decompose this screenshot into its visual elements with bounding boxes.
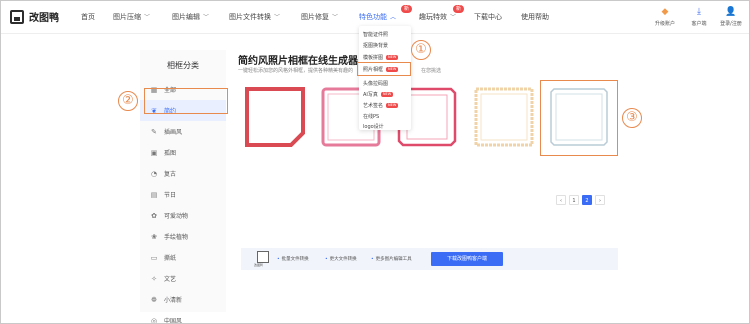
new-badge: NEW [386, 103, 399, 108]
client-download-button[interactable]: ⤓ 客户端 [682, 6, 716, 27]
leaf-icon: ❦ [151, 106, 157, 115]
fan-icon: ◎ [150, 316, 158, 324]
chevron-down-icon: ﹀ [332, 14, 339, 21]
special-features-dropdown: 智能证件照 抠图换背景 模板拼图 NEW 照片相框 NEW 头像拉码图 AI写真 NE… [359, 26, 411, 130]
sidebar-item-retro[interactable]: ◔ 复古 [140, 163, 226, 184]
menu-item-template-collage[interactable]: 模板拼图 NEW [363, 54, 399, 61]
nav-image-convert[interactable]: 图片文件转换 ﹀ [229, 12, 280, 22]
sidebar-item-artsy[interactable]: ✧ 文艺 [140, 268, 226, 289]
page-title: 简约风照片相框在线生成器 [238, 56, 358, 67]
menu-item-photo-frame[interactable]: 照片相框 NEW [363, 66, 399, 73]
nav-help[interactable]: 使用帮助 [521, 12, 549, 22]
grid-icon: ▦ [150, 85, 158, 94]
image-icon: ▣ [150, 148, 158, 157]
book-icon: ✧ [151, 274, 157, 283]
frame-thumbnail[interactable] [241, 83, 309, 151]
promo-feature: • 批量文件转换 [277, 257, 309, 262]
sidebar-item-torn-paper[interactable]: ▭ 撕纸 [140, 247, 226, 268]
nav-fun-effects[interactable]: 趣玩特效 ﹀ 新 [419, 5, 465, 22]
menu-item-cutout[interactable]: 抠图换背景 [363, 42, 388, 49]
promo-feature: • 更大文件转换 [325, 257, 357, 262]
logo[interactable]: 改图鸭 [10, 9, 59, 24]
sidebar-item-chinese-style[interactable]: ◎ 中国风 [140, 310, 226, 324]
annotation-number-2: ② [118, 91, 138, 111]
pagination: ‹ 1 2 › [556, 195, 605, 205]
new-badge: NEW [386, 67, 399, 72]
frame-thumbnail[interactable] [470, 83, 538, 151]
sidebar-item-cute-animals[interactable]: ✿ 可爱动物 [140, 205, 226, 226]
sidebar: 相框分类 ▦ 全部 ❦ 简约 ✎ 插画风 ▣ 孤图 ◔ 复古 ▤ 节日 ✿ 可爱动物 ❀ 手绘植… [140, 50, 226, 324]
calendar-icon: ▤ [150, 190, 158, 199]
red-frame-image [245, 87, 305, 147]
next-page-button[interactable]: › [595, 195, 605, 205]
nav-image-compress[interactable]: 图片压缩 ﹀ [113, 12, 150, 22]
menu-item-art-signature[interactable]: 艺术签名 NEW [363, 102, 399, 109]
new-badge: NEW [380, 92, 394, 97]
page-subtitle-tail: 在您挑选 [421, 68, 442, 74]
chevron-down-icon: ﹀ [274, 14, 281, 21]
light-blue-frame-image [550, 88, 608, 146]
paw-icon: ✿ [151, 211, 157, 220]
prev-page-button[interactable]: ‹ [556, 195, 566, 205]
chevron-down-icon: ﹀ [203, 14, 210, 21]
nav-home[interactable]: 首页 [81, 12, 95, 22]
page-1-button[interactable]: 1 [569, 195, 579, 205]
sidebar-title: 相框分类 [167, 61, 199, 70]
menu-item-id-photo[interactable]: 智能证件照 [363, 31, 388, 38]
chevron-down-icon: ﹀ [450, 14, 457, 21]
sidebar-item-simple[interactable]: ❦ 简约 [140, 100, 226, 121]
chevron-up-icon: ︿ [390, 14, 397, 21]
user-icon: 👤 [725, 7, 737, 17]
cream-frame-image [474, 87, 534, 147]
upgrade-account-button[interactable]: ◆ 升级账户 [648, 6, 682, 27]
login-register-button[interactable]: 👤 登录/注册 [714, 6, 748, 27]
plant-icon: ❀ [151, 232, 157, 241]
annotation-number-3: ③ [622, 108, 642, 128]
logo-text: 改图鸭 [29, 13, 59, 24]
app-icon-label: 改图鸭 [254, 263, 264, 267]
new-badge: 新 [453, 5, 465, 13]
clock-icon: ◔ [150, 169, 158, 178]
annotation-number-1: ① [411, 40, 431, 60]
new-badge: 新 [401, 5, 413, 13]
flower-icon: ❁ [151, 295, 157, 304]
logo-icon [10, 9, 24, 24]
nav-image-repair[interactable]: 图片修复 ﹀ [301, 12, 338, 22]
download-client-button[interactable]: 下载改图鸭客户端 [431, 252, 503, 266]
client-promo-bar: 改图鸭 • 批量文件转换 • 更大文件转换 • 更多图片编辑工具 下载改图鸭客户端 [241, 248, 618, 270]
nav-special-features[interactable]: 特色功能 ︿ 新 [359, 5, 413, 22]
promo-feature: • 更多图片编辑工具 [371, 257, 412, 262]
frame-thumbnail[interactable] [545, 83, 613, 151]
sidebar-item-all[interactable]: ▦ 全部 [140, 79, 226, 100]
nav-download-center[interactable]: 下载中心 [474, 12, 502, 22]
sidebar-item-illustration[interactable]: ✎ 插画风 [140, 121, 226, 142]
sidebar-item-festival[interactable]: ▤ 节日 [140, 184, 226, 205]
chevron-down-icon: ﹀ [144, 14, 151, 21]
app-icon [257, 251, 269, 263]
menu-item-online-ps[interactable]: 在线PS [363, 113, 379, 120]
paper-icon: ▭ [150, 253, 158, 262]
diamond-icon: ◆ [661, 7, 669, 17]
menu-item-logo-design[interactable]: logo设计 [363, 123, 384, 130]
download-icon: ⤓ [697, 7, 701, 17]
sidebar-item-picture[interactable]: ▣ 孤图 [140, 142, 226, 163]
brush-icon: ✎ [151, 127, 157, 136]
new-badge: NEW [386, 55, 399, 60]
sidebar-item-hand-drawn-plants[interactable]: ❀ 手绘植物 [140, 226, 226, 247]
menu-item-ai-portrait[interactable]: AI写真 NEW [363, 91, 394, 98]
page-2-button[interactable]: 2 [582, 195, 592, 205]
nav-image-edit[interactable]: 图片编辑 ﹀ [172, 12, 209, 22]
page-subtitle: 一键轻松添加您的风格外相框，提供各种精美有趣的 [238, 68, 354, 74]
sidebar-item-fresh[interactable]: ❁ 小清新 [140, 289, 226, 310]
menu-item-avatar[interactable]: 头像拉码图 [363, 80, 388, 87]
